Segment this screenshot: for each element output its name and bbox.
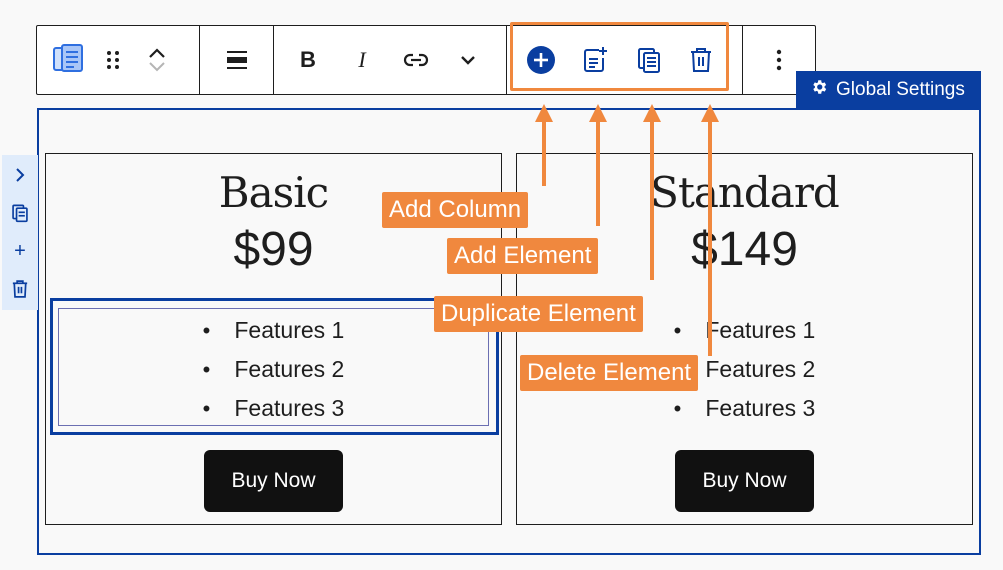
chevron-up-icon[interactable] — [147, 46, 167, 60]
trash-icon[interactable] — [679, 26, 723, 94]
plus-icon[interactable]: + — [6, 237, 34, 265]
card-price: $99 — [233, 223, 314, 276]
move-up-down-control — [135, 26, 179, 94]
italic-label: I — [358, 47, 366, 72]
pricing-table-icon[interactable] — [47, 26, 91, 94]
bold-button[interactable]: B — [286, 26, 330, 94]
italic-button[interactable]: I — [340, 26, 384, 94]
chevron-down-icon[interactable] — [147, 60, 167, 74]
callout-add-element: Add Element — [447, 238, 599, 274]
align-icon[interactable] — [215, 26, 259, 94]
list-item: Features 3 — [46, 389, 501, 428]
callout-delete-element: Delete Element — [520, 355, 699, 391]
buy-now-button[interactable]: Buy Now — [675, 450, 814, 512]
column-actions-group — [507, 26, 743, 94]
more-vertical-icon[interactable] — [757, 26, 801, 94]
align-group — [200, 26, 274, 94]
drag-handle-icon[interactable] — [91, 26, 135, 94]
block-toolbar: B I — [36, 25, 816, 95]
link-icon[interactable] — [394, 26, 438, 94]
plus-label: + — [14, 239, 26, 262]
more-format-chevron-down-icon[interactable] — [446, 26, 490, 94]
chevron-right-icon[interactable] — [6, 161, 34, 189]
callout-duplicate-element: Duplicate Element — [434, 296, 643, 332]
block-controls-group — [37, 26, 200, 94]
trash-icon[interactable] — [6, 275, 34, 303]
global-settings-label: Global Settings — [836, 79, 965, 100]
duplicate-icon[interactable] — [6, 199, 34, 227]
list-item: Features 2 — [46, 350, 501, 389]
pricing-card-standard[interactable]: Standard $149 Features 1 Features 2 Feat… — [516, 153, 973, 525]
global-settings-button[interactable]: Global Settings — [796, 71, 981, 109]
callout-add-column: Add Column — [382, 192, 529, 228]
column-side-rail: + — [2, 155, 38, 310]
add-element-icon[interactable] — [573, 26, 617, 94]
duplicate-icon[interactable] — [627, 26, 671, 94]
list-item: Features 1 — [46, 311, 501, 350]
bold-label: B — [300, 47, 316, 72]
card-title: Standard — [650, 168, 840, 217]
feature-list[interactable]: Features 1 Features 2 Features 3 — [46, 311, 501, 428]
plus-circle-icon[interactable] — [519, 26, 563, 94]
format-group: B I — [274, 26, 507, 94]
list-item: Features 3 — [517, 389, 972, 428]
gear-icon — [810, 78, 828, 102]
buy-now-button[interactable]: Buy Now — [204, 450, 343, 512]
